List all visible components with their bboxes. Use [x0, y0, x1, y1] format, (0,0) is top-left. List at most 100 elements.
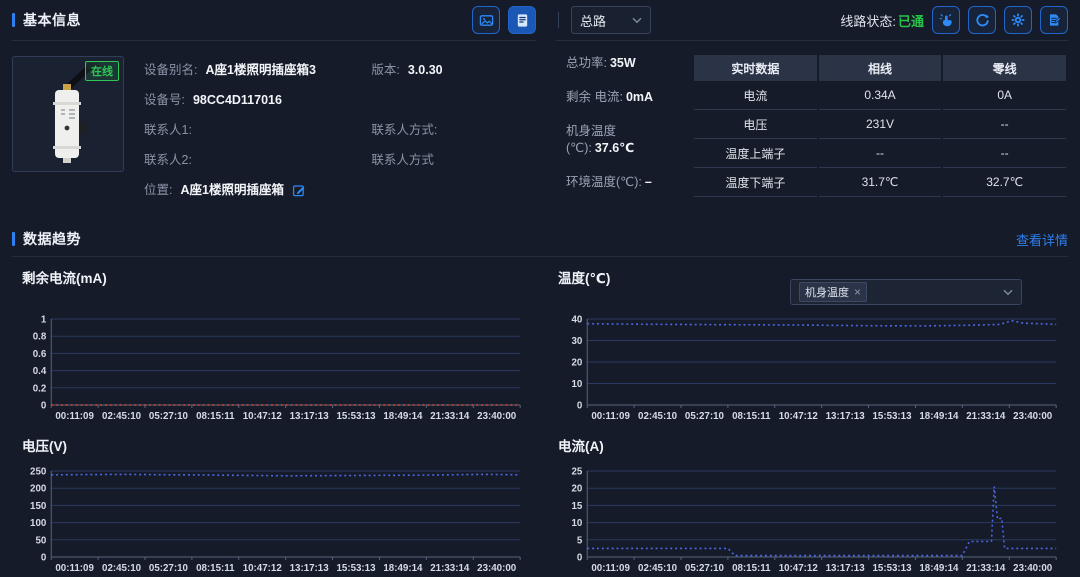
table-row: 温度上端子 -- -- — [694, 139, 1066, 168]
svg-text:08:15:11: 08:15:11 — [196, 411, 235, 422]
contact2-label: 联系人2: — [144, 152, 192, 168]
svg-text:13:17:13: 13:17:13 — [290, 563, 330, 574]
close-icon[interactable]: × — [854, 286, 861, 298]
device-view-button[interactable] — [508, 6, 536, 34]
current-plot[interactable]: 051015202500:11:0902:45:1005:27:1008:15:… — [554, 465, 1062, 577]
phase-value: 231V — [819, 110, 942, 139]
device-photo: 在线 — [12, 56, 124, 172]
svg-text:25: 25 — [571, 466, 582, 477]
svg-text:08:15:11: 08:15:11 — [732, 411, 771, 422]
svg-text:00:11:09: 00:11:09 — [591, 411, 630, 422]
alias-label: 设备别名: — [144, 62, 197, 78]
section-accent-bar — [12, 232, 15, 246]
phase-value: 31.7℃ — [819, 168, 942, 197]
svg-text:15:53:13: 15:53:13 — [336, 411, 376, 422]
svg-text:0: 0 — [41, 400, 47, 411]
neutral-value: 0A — [943, 81, 1066, 110]
line-selector[interactable]: 总路 — [571, 6, 651, 34]
svg-text:5: 5 — [577, 535, 583, 546]
svg-text:05:27:10: 05:27:10 — [685, 411, 725, 422]
residual-current-chart: 剩余电流(mA) 00.20.40.60.8100:11:0902:45:100… — [18, 257, 526, 425]
stat-label: 剩余 电流: — [566, 90, 623, 104]
section-accent-bar — [12, 13, 15, 27]
chevron-down-icon — [632, 17, 642, 24]
voltage-plot[interactable]: 05010015020025000:11:0902:45:1005:27:100… — [18, 465, 526, 577]
temperature-plot[interactable]: 01020304000:11:0902:45:1005:27:1008:15:1… — [554, 313, 1062, 425]
svg-text:05:27:10: 05:27:10 — [149, 411, 189, 422]
svg-text:15:53:13: 15:53:13 — [872, 563, 912, 574]
version-value: 3.0.30 — [408, 62, 443, 78]
location-value: A座1楼照明插座箱 — [180, 182, 283, 198]
basic-info-header: 基本信息 — [12, 0, 536, 41]
line-stats: 总功率:35W 剩余 电流:0mA 机身温度(℃):37.6℃ 环境温度(℃):… — [556, 55, 678, 208]
row-name: 温度下端子 — [694, 168, 817, 197]
image-view-button[interactable] — [472, 6, 500, 34]
log-button[interactable] — [1040, 6, 1068, 34]
svg-text:05:27:10: 05:27:10 — [149, 563, 189, 574]
version-label: 版本: — [371, 62, 399, 78]
refresh-button[interactable] — [968, 6, 996, 34]
svg-text:0.6: 0.6 — [33, 349, 47, 360]
chart-title: 电压(V) — [18, 425, 526, 455]
svg-text:21:33:14: 21:33:14 — [430, 563, 470, 574]
svg-text:15:53:13: 15:53:13 — [872, 411, 912, 422]
contact-method2-label: 联系人方式 — [371, 152, 434, 168]
manual-control-button[interactable] — [932, 6, 960, 34]
device-no-value: 98CC4D117016 — [193, 92, 282, 108]
svg-text:00:11:09: 00:11:09 — [591, 563, 630, 574]
svg-text:10:47:12: 10:47:12 — [779, 563, 819, 574]
trend-title: 数据趋势 — [23, 229, 81, 249]
svg-text:0: 0 — [577, 552, 583, 563]
stat-label: 总功率: — [566, 56, 607, 70]
svg-text:10: 10 — [571, 518, 582, 529]
svg-text:30: 30 — [571, 336, 582, 347]
svg-text:200: 200 — [30, 484, 47, 495]
svg-text:21:33:14: 21:33:14 — [966, 563, 1006, 574]
dashboard: 基本信息 — [0, 0, 1080, 577]
svg-text:10:47:12: 10:47:12 — [243, 411, 283, 422]
edit-location-button[interactable] — [292, 182, 306, 198]
svg-text:0.4: 0.4 — [33, 366, 47, 377]
phase-value: -- — [819, 139, 942, 168]
device-no-label: 设备号: — [144, 92, 185, 108]
svg-text:18:49:14: 18:49:14 — [383, 563, 423, 574]
table-row: 温度下端子 31.7℃ 32.7℃ — [694, 168, 1066, 197]
image-icon — [479, 13, 494, 28]
svg-text:13:17:13: 13:17:13 — [826, 563, 866, 574]
svg-text:15: 15 — [571, 501, 582, 512]
settings-button[interactable] — [1004, 6, 1032, 34]
svg-text:05:27:10: 05:27:10 — [685, 563, 725, 574]
temperature-series-select[interactable]: 机身温度 × — [790, 279, 1022, 305]
document-edit-icon — [1047, 13, 1061, 27]
svg-text:02:45:10: 02:45:10 — [102, 563, 142, 574]
line-selector-value: 总路 — [580, 11, 606, 30]
device-list-icon — [515, 13, 530, 28]
online-badge: 在线 — [85, 61, 119, 81]
selected-series-tag: 机身温度 × — [799, 282, 867, 302]
realtime-table: 实时数据 相线 零线 电流 0.34A 0A 电压 231V -- — [694, 55, 1066, 208]
svg-text:150: 150 — [30, 501, 47, 512]
svg-text:0: 0 — [577, 400, 583, 411]
refresh-icon — [975, 13, 990, 28]
charts-grid: 剩余电流(mA) 00.20.40.60.8100:11:0902:45:100… — [12, 257, 1068, 577]
residual-current-plot[interactable]: 00.20.40.60.8100:11:0902:45:1005:27:1008… — [18, 313, 526, 425]
svg-text:100: 100 — [30, 518, 47, 529]
svg-text:0.2: 0.2 — [33, 383, 47, 394]
line-status-value: 已通 — [898, 11, 924, 30]
row-name: 电压 — [694, 110, 817, 139]
svg-text:00:11:09: 00:11:09 — [55, 411, 94, 422]
svg-text:23:40:00: 23:40:00 — [477, 563, 517, 574]
header-divider — [558, 12, 559, 28]
svg-text:23:40:00: 23:40:00 — [1013, 411, 1053, 422]
row-name: 电流 — [694, 81, 817, 110]
chevron-down-icon — [1003, 289, 1013, 296]
stat-label: 环境温度(℃): — [566, 175, 642, 189]
svg-text:10: 10 — [571, 379, 582, 390]
view-details-link[interactable]: 查看详情 — [1016, 230, 1068, 249]
table-header: 实时数据 — [694, 55, 817, 81]
svg-text:08:15:11: 08:15:11 — [196, 563, 235, 574]
table-header: 相线 — [819, 55, 942, 81]
svg-text:10:47:12: 10:47:12 — [243, 563, 283, 574]
current-chart: 电流(A) 051015202500:11:0902:45:1005:27:10… — [554, 425, 1062, 577]
neutral-value: 32.7℃ — [943, 168, 1066, 197]
